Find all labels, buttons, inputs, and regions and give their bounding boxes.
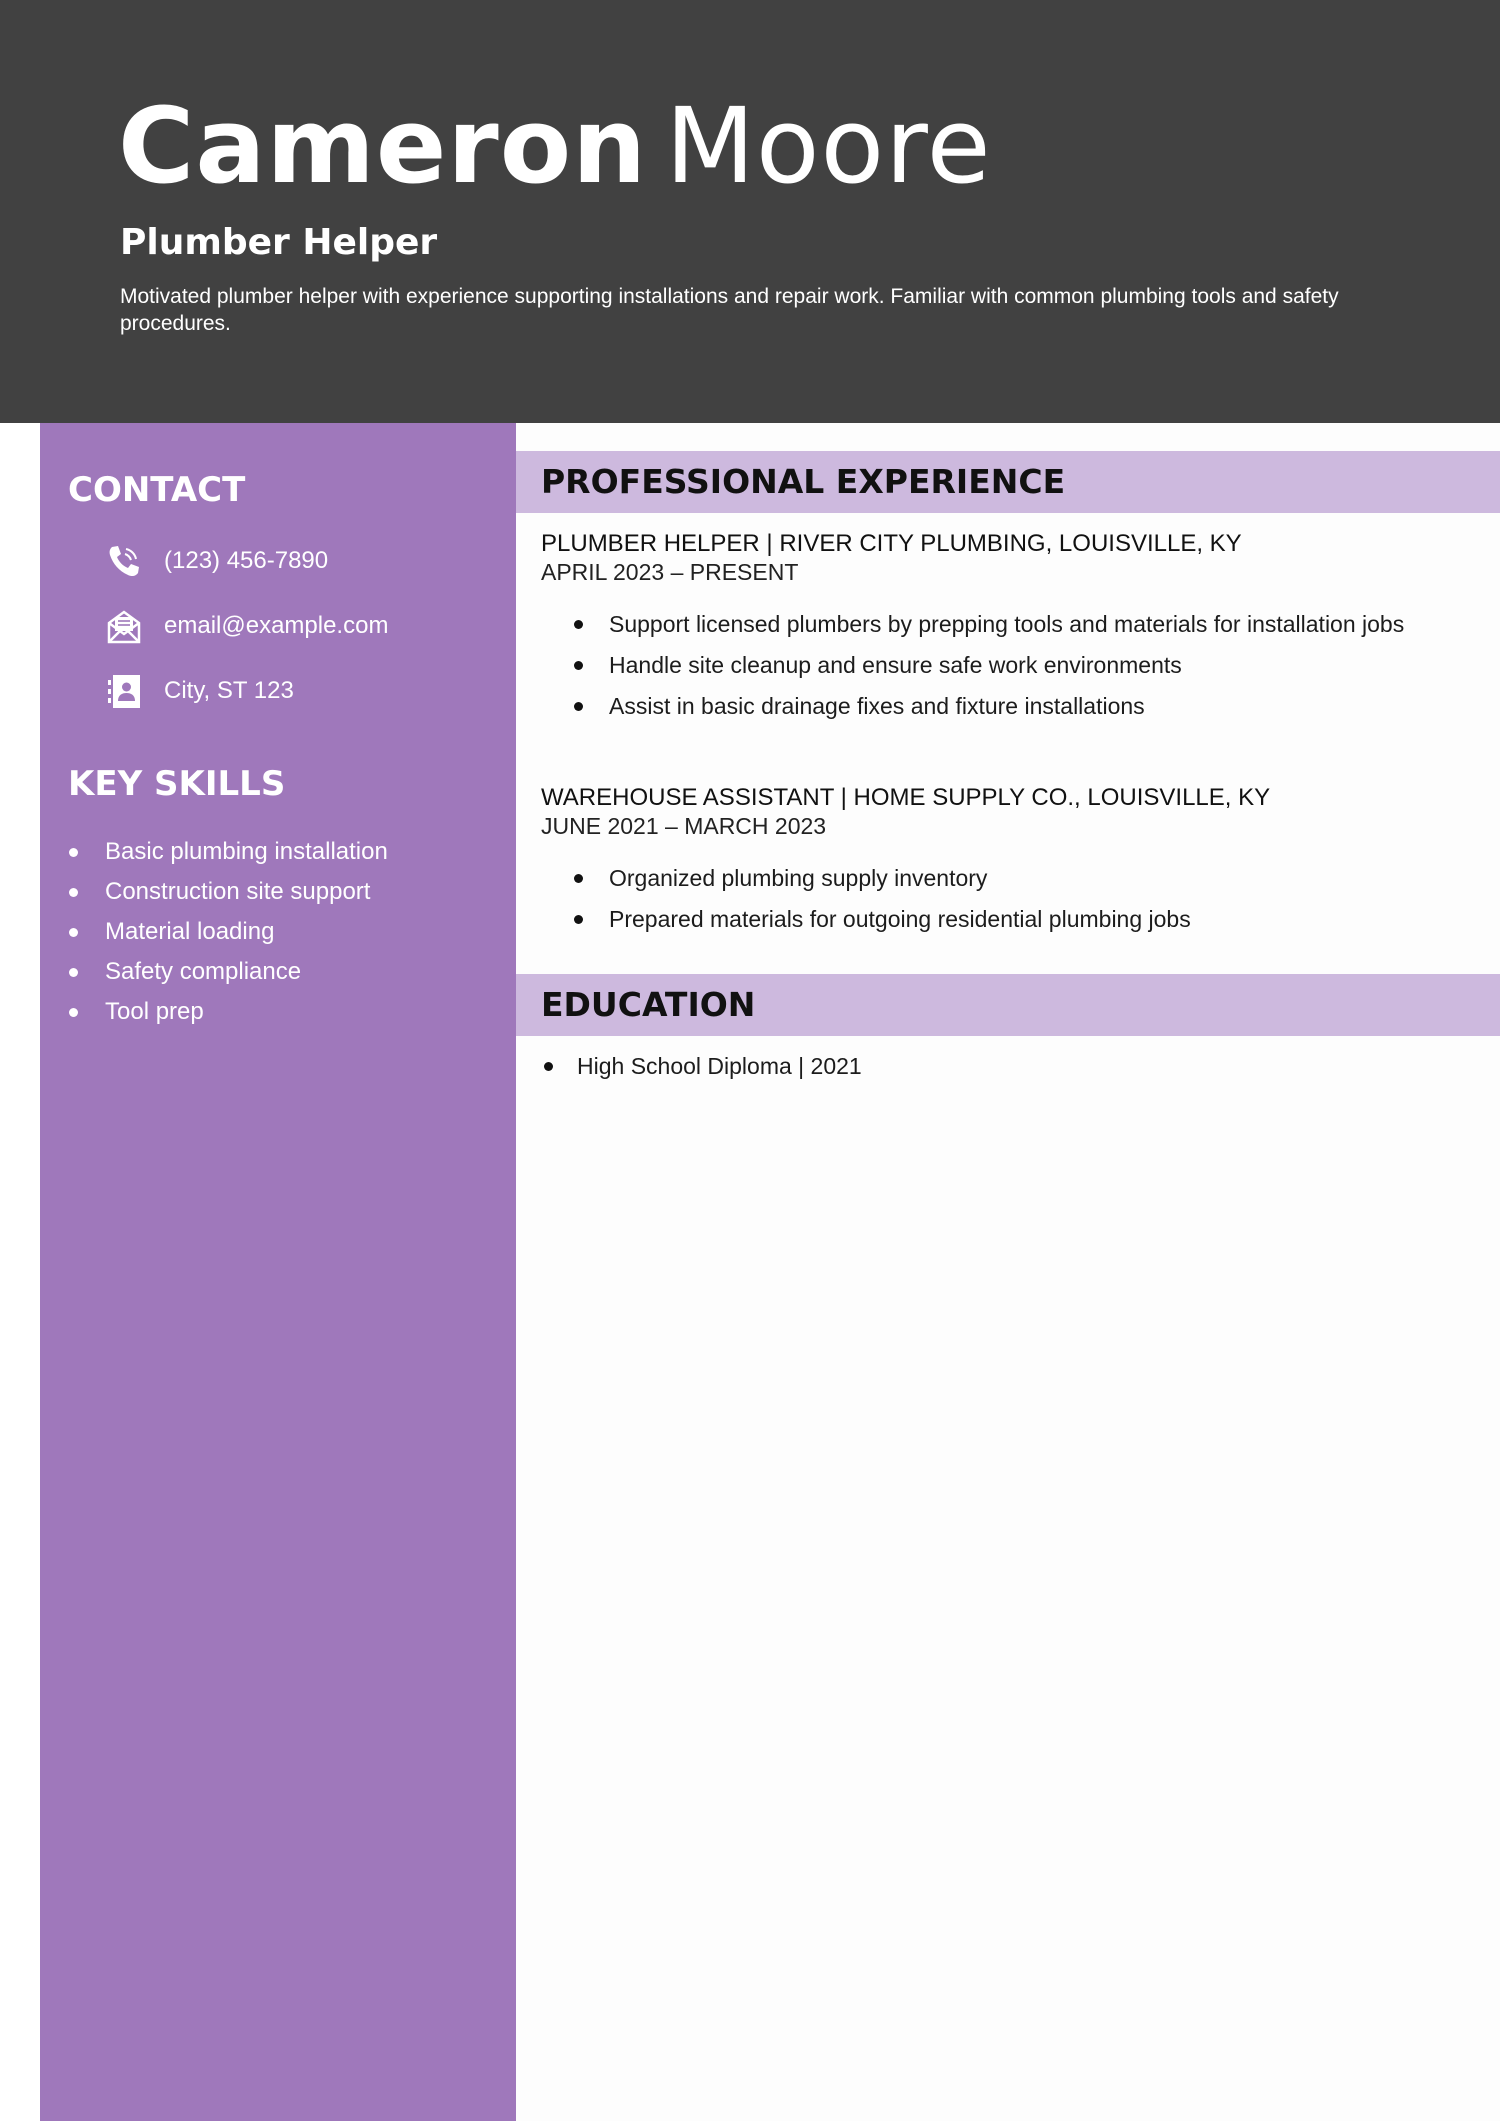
experience-heading: PROFESSIONAL EXPERIENCE	[541, 462, 1066, 501]
email-text: email@example.com	[164, 612, 389, 639]
skills-list: Basic plumbing installation Construction…	[64, 838, 444, 1038]
education-item: High School Diploma | 2021	[541, 1052, 862, 1080]
key-skills-heading: KEY SKILLS	[68, 764, 286, 804]
sidebar: CONTACT (123) 456-7890 email@example.com	[40, 423, 516, 2121]
job-bullet: Handle site cleanup and ensure safe work…	[541, 651, 1481, 679]
job-bullet: Organized plumbing supply inventory	[541, 864, 1481, 892]
education-list: High School Diploma | 2021	[541, 1052, 862, 1080]
job-bullets: Organized plumbing supply inventory Prep…	[541, 864, 1481, 933]
education-heading: EDUCATION	[541, 985, 756, 1024]
education-section-header: EDUCATION	[516, 974, 1500, 1036]
job-dates: APRIL 2023 – PRESENT	[541, 559, 799, 585]
job-header: PLUMBER HELPER | RIVER CITY PLUMBING, LO…	[541, 530, 1242, 557]
contact-address: City, ST 123	[106, 671, 294, 711]
job-bullet: Assist in basic drainage fixes and fixtu…	[541, 692, 1481, 720]
contact-email: email@example.com	[106, 606, 388, 646]
phone-text: (123) 456-7890	[164, 547, 329, 574]
resume-header: Cameron Moore Plumber Helper Motivated pl…	[0, 0, 1500, 423]
job-bullet: Support licensed plumbers by prepping to…	[541, 610, 1481, 638]
job-entry: PLUMBER HELPER | RIVER CITY PLUMBING, LO…	[541, 530, 1481, 733]
address-text: City, ST 123	[164, 677, 294, 704]
skill-item: Construction site support	[64, 878, 444, 906]
job-title-text: PLUMBER HELPER	[541, 530, 760, 557]
job-company: RIVER CITY PLUMBING, LOUISVILLE, KY	[779, 530, 1242, 557]
skill-item: Material loading	[64, 918, 444, 946]
contact-phone: (123) 456-7890	[106, 541, 328, 581]
address-icon	[106, 673, 142, 709]
job-title-text: WAREHOUSE ASSISTANT	[541, 784, 834, 811]
job-entry: WAREHOUSE ASSISTANT | HOME SUPPLY CO., L…	[541, 784, 1481, 946]
email-icon	[106, 608, 142, 644]
job-header: WAREHOUSE ASSISTANT | HOME SUPPLY CO., L…	[541, 784, 1271, 811]
job-company: HOME SUPPLY CO., LOUISVILLE, KY	[853, 784, 1271, 811]
last-name: Moore	[665, 85, 992, 207]
skill-item: Tool prep	[64, 998, 444, 1026]
first-name: Cameron	[118, 85, 648, 207]
job-bullet: Prepared materials for outgoing resident…	[541, 905, 1481, 933]
job-bullets: Support licensed plumbers by prepping to…	[541, 610, 1481, 720]
contact-heading: CONTACT	[68, 470, 246, 510]
full-name: Cameron Moore	[118, 86, 992, 206]
phone-icon	[106, 543, 142, 579]
job-dates: JUNE 2021 – MARCH 2023	[541, 813, 827, 839]
main-content: PROFESSIONAL EXPERIENCE PLUMBER HELPER |…	[516, 423, 1500, 2121]
skill-item: Safety compliance	[64, 958, 444, 986]
job-title: Plumber Helper	[120, 222, 438, 263]
skill-item: Basic plumbing installation	[64, 838, 444, 866]
summary: Motivated plumber helper with experience…	[120, 285, 1339, 335]
experience-section-header: PROFESSIONAL EXPERIENCE	[516, 451, 1500, 513]
